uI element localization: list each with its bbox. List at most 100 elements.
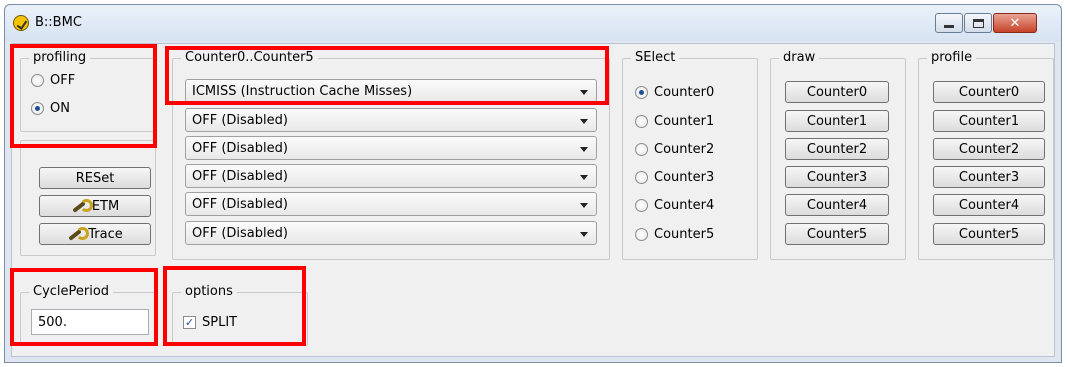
radio-indicator [635,199,648,212]
profiling-legend: profiling [29,50,91,65]
bmc-window: B::BMC ✕ profiling OFF ON RESet ETM Trac… [4,4,1062,363]
profile-counter1-button[interactable]: Counter1 [933,110,1045,132]
title-bar[interactable]: B::BMC ✕ [5,5,1061,41]
select-counter3-radio[interactable]: Counter3 [635,170,714,185]
counter5-value: OFF (Disabled) [192,225,288,241]
options-group: options ✓ SPLIT [172,284,308,346]
profiling-on-radio[interactable]: ON [31,101,70,116]
radio-indicator [635,171,648,184]
counter1-value: OFF (Disabled) [192,112,288,128]
select-group: SElect Counter0 Counter1 Counter2 Counte… [622,50,758,260]
chevron-down-icon [580,232,588,237]
counter2-select[interactable]: OFF (Disabled) [185,136,597,160]
profiling-off-radio[interactable]: OFF [31,73,75,88]
checkmark-icon: ✓ [183,316,196,329]
draw-counter5-button[interactable]: Counter5 [785,223,889,245]
draw-counter2-button[interactable]: Counter2 [785,138,889,160]
select-counter0-radio[interactable]: Counter0 [635,85,714,100]
counter4-value: OFF (Disabled) [192,196,288,212]
profile-group: profile Counter0 Counter1 Counter2 Count… [918,50,1054,260]
wrench-icon [71,199,93,213]
counters-legend: Counter0..Counter5 [181,50,318,65]
select-counter4-radio[interactable]: Counter4 [635,198,714,213]
trace-label: Trace [88,226,123,242]
profile-counter3-button[interactable]: Counter3 [933,166,1045,188]
button-label: Counter5 [958,226,1020,242]
draw-counter0-button[interactable]: Counter0 [785,81,889,103]
trace-button[interactable]: Trace [39,223,151,245]
radio-indicator [635,228,648,241]
client-area: profiling OFF ON RESet ETM Trace Counter… [11,43,1055,357]
draw-counter1-button[interactable]: Counter1 [785,110,889,132]
counter4-select[interactable]: OFF (Disabled) [185,192,597,216]
button-label: Counter1 [958,113,1020,129]
radio-label: Counter4 [654,198,715,213]
counter1-select[interactable]: OFF (Disabled) [185,108,597,132]
cycle-period-input[interactable]: 500. [31,309,149,335]
button-label: Counter5 [806,226,868,242]
window-title: B::BMC [35,15,82,30]
etm-button[interactable]: ETM [39,195,151,217]
radio-indicator [635,143,648,156]
radio-indicator [635,115,648,128]
draw-legend: draw [779,50,820,65]
close-button[interactable]: ✕ [993,13,1037,33]
close-icon: ✕ [1009,15,1021,31]
counter0-value: ICMISS (Instruction Cache Misses) [192,83,413,99]
profile-counter2-button[interactable]: Counter2 [933,138,1045,160]
counters-group: Counter0..Counter5 ICMISS (Instruction C… [172,50,610,260]
split-checkbox[interactable]: ✓ SPLIT [183,315,237,330]
wrench-icon [67,227,90,241]
radio-label: ON [50,101,70,116]
button-label: Counter2 [958,141,1020,157]
actions-group: RESet ETM Trace [20,140,156,256]
counter0-select[interactable]: ICMISS (Instruction Cache Misses) [185,79,597,103]
radio-label: OFF [50,73,76,88]
split-label: SPLIT [202,315,238,330]
button-label: Counter1 [806,113,868,129]
radio-label: Counter2 [654,142,715,157]
button-label: Counter4 [806,197,868,213]
profile-counter5-button[interactable]: Counter5 [933,223,1045,245]
chevron-down-icon [580,119,588,124]
radio-label: Counter1 [654,114,715,129]
radio-indicator [31,102,44,115]
radio-label: Counter3 [654,170,715,185]
button-label: Counter2 [806,141,868,157]
minimize-button[interactable] [935,13,963,33]
button-label: Counter3 [958,169,1020,185]
draw-group: draw Counter0 Counter1 Counter2 Counter3… [770,50,906,260]
draw-counter3-button[interactable]: Counter3 [785,166,889,188]
radio-indicator [635,86,648,99]
counter2-value: OFF (Disabled) [192,140,288,156]
counter5-select[interactable]: OFF (Disabled) [185,221,597,245]
button-label: Counter0 [958,84,1020,100]
reset-button[interactable]: RESet [39,167,151,189]
button-label: Counter3 [806,169,868,185]
cycle-period-group: CyclePeriod 500. [20,284,156,346]
cycle-period-value: 500. [38,314,67,330]
profile-counter0-button[interactable]: Counter0 [933,81,1045,103]
button-label: Counter4 [958,197,1020,213]
options-legend: options [181,284,237,299]
select-counter1-radio[interactable]: Counter1 [635,114,714,129]
chevron-down-icon [580,147,588,152]
select-counter5-radio[interactable]: Counter5 [635,227,714,242]
chevron-down-icon [580,203,588,208]
profiling-group: profiling OFF ON [20,50,156,132]
reset-label: RESet [75,170,115,186]
chevron-down-icon [580,90,588,95]
cycle-period-legend: CyclePeriod [29,284,114,299]
draw-counter4-button[interactable]: Counter4 [785,194,889,216]
profile-counter4-button[interactable]: Counter4 [933,194,1045,216]
app-icon [13,15,29,31]
select-counter2-radio[interactable]: Counter2 [635,142,714,157]
counter3-select[interactable]: OFF (Disabled) [185,164,597,188]
radio-label: Counter5 [654,227,715,242]
counter3-value: OFF (Disabled) [192,168,288,184]
radio-label: Counter0 [654,85,715,100]
minimize-icon [944,24,954,28]
maximize-button[interactable] [964,13,992,33]
maximize-icon [972,18,984,28]
button-label: Counter0 [806,84,868,100]
